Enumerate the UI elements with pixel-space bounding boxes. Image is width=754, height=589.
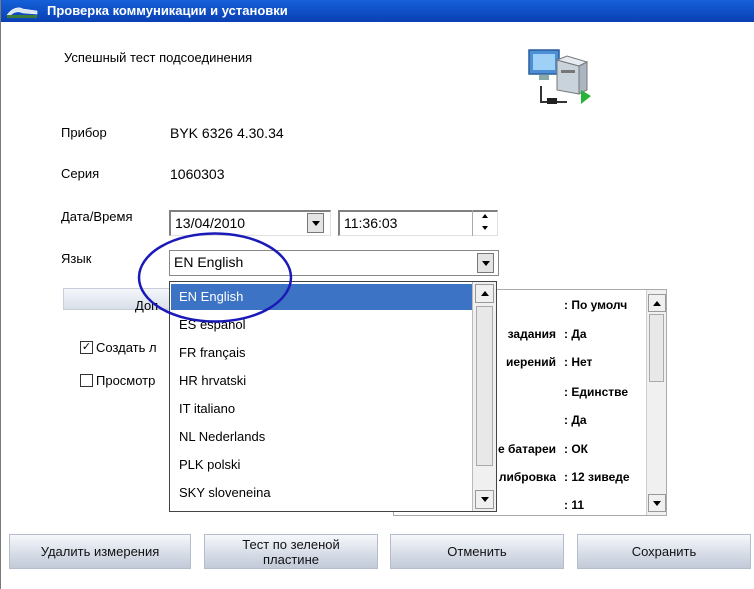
language-list-scrollbar[interactable]	[472, 282, 496, 511]
cancel-button[interactable]: Отменить	[390, 534, 564, 569]
language-option[interactable]: ES español	[171, 312, 472, 338]
check-mark-icon: ✓	[81, 341, 92, 353]
title-bar: Проверка коммуникации и установки	[1, 0, 754, 22]
language-label: Язык	[61, 251, 92, 266]
scroll-thumb[interactable]	[649, 314, 664, 382]
create-checkbox-label: Создать л	[96, 340, 157, 355]
language-option[interactable]: HR hrvatski	[171, 368, 472, 394]
chevron-down-icon	[481, 260, 490, 266]
date-value: 13/04/2010	[175, 215, 246, 231]
language-option[interactable]: SKY sloveneina	[171, 480, 472, 506]
serial-label: Серия	[61, 166, 100, 181]
device-label: Прибор	[61, 125, 107, 140]
scroll-up-icon	[480, 291, 489, 296]
language-option[interactable]: FR français	[171, 340, 472, 366]
serial-value: 1060303	[170, 166, 225, 182]
language-select[interactable]: EN English	[169, 250, 499, 276]
details-scrollbar[interactable]	[646, 290, 666, 515]
language-value: EN English	[174, 254, 244, 270]
scroll-down-icon	[480, 497, 489, 502]
view-checkbox[interactable]	[80, 374, 93, 387]
date-dropdown-button[interactable]	[307, 213, 324, 233]
spin-down-icon	[481, 226, 488, 230]
connection-status: Успешный тест подсоединения	[64, 50, 253, 65]
datetime-label: Дата/Время	[61, 209, 133, 224]
language-dropdown-button[interactable]	[477, 253, 494, 273]
time-spinner[interactable]	[472, 210, 496, 236]
dialog-window: Проверка коммуникации и установки Успешн…	[0, 0, 754, 589]
spin-down-button[interactable]	[473, 222, 496, 234]
scroll-up-button[interactable]	[475, 284, 494, 303]
spin-up-icon	[481, 214, 488, 218]
language-option[interactable]: IT italiano	[171, 396, 472, 422]
view-checkbox-label: Просмотр	[96, 373, 156, 388]
spin-up-button[interactable]	[473, 210, 496, 222]
scroll-thumb[interactable]	[476, 306, 493, 466]
scroll-up-button[interactable]	[648, 294, 666, 312]
language-dropdown-list: EN English ES español FR français HR hrv…	[169, 281, 497, 512]
language-option[interactable]: PLK polski	[171, 452, 472, 478]
device-value: BYK 6326 4.30.34	[170, 125, 284, 141]
more-button-label: Доп	[135, 298, 159, 313]
time-value: 11:36:03	[344, 215, 398, 231]
app-icon	[6, 7, 38, 18]
chevron-down-icon	[311, 220, 320, 226]
language-option[interactable]: NL Nederlands	[171, 424, 472, 450]
delete-measurements-button[interactable]: Удалить измерения	[9, 534, 191, 569]
green-plate-test-button[interactable]: Тест по зеленой пластине	[204, 534, 378, 569]
scroll-down-icon	[653, 500, 661, 506]
language-option[interactable]: EN English	[171, 284, 472, 310]
window-title: Проверка коммуникации и установки	[47, 3, 288, 18]
scroll-up-icon	[653, 300, 661, 306]
scroll-down-button[interactable]	[648, 494, 666, 512]
scroll-down-button[interactable]	[475, 490, 494, 509]
computer-network-icon	[528, 49, 591, 104]
create-checkbox[interactable]: ✓	[80, 341, 93, 354]
save-button[interactable]: Сохранить	[577, 534, 751, 569]
